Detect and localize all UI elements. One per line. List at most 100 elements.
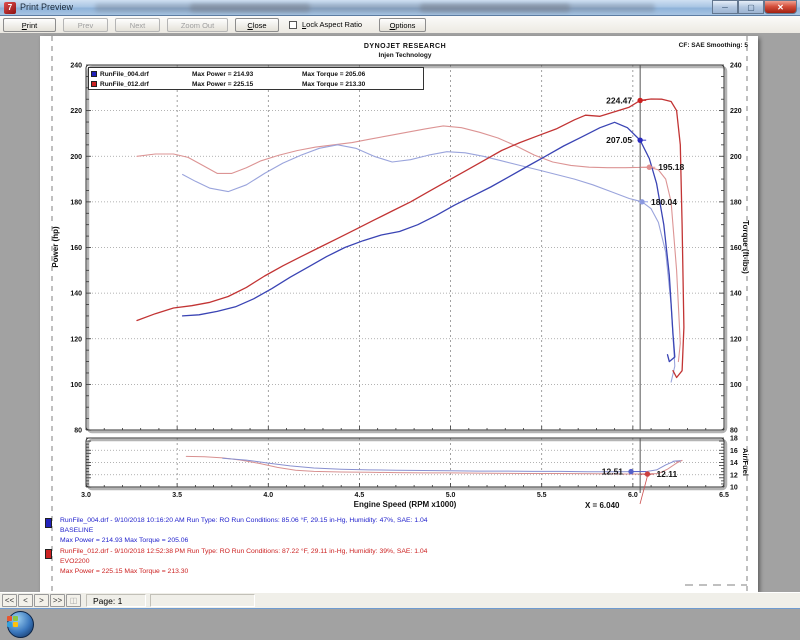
page-number-label: Page: 1 — [93, 596, 122, 606]
x-axis-tick-label: 6.5 — [719, 492, 729, 499]
toolbar: Print Prev Next Zoom Out Close Lock Aspe… — [0, 16, 800, 34]
marker-dot — [645, 471, 650, 476]
legend-swatch-red — [91, 81, 97, 87]
x-axis-tick-label: 5.0 — [446, 492, 456, 499]
x-axis-tick-label: 4.0 — [263, 492, 273, 499]
series-torque_run012 — [137, 126, 680, 362]
marker-dot — [647, 165, 652, 170]
series-power_run012 — [137, 99, 684, 378]
cursor-x-readout: X = 6.040 — [585, 501, 619, 510]
lock-aspect-ratio-label: Lock Aspect Ratio — [302, 20, 362, 29]
y-axis-tick-label: 160 — [730, 245, 742, 252]
marker-value-label: 12.11 — [656, 469, 677, 479]
close-window-button[interactable]: ✕ — [764, 0, 797, 14]
x-axis-tick-label: 4.5 — [355, 492, 365, 499]
x-axis-tick-label: 6.0 — [628, 492, 638, 499]
series-torque_run004 — [183, 145, 675, 382]
taskbar: e 7 ▲ 2:59 PM 12/12/2018 — [0, 608, 800, 640]
close-preview-button[interactable]: Close — [235, 18, 279, 32]
y-axis-tick-label: 16 — [730, 448, 738, 455]
window-title: Print Preview — [20, 2, 73, 12]
y-axis-tick-label: 180 — [70, 199, 82, 206]
chart-frame-shadow — [88, 440, 726, 489]
preview-page: 8080100100120120140140160160180180200200… — [40, 36, 758, 592]
window-titlebar: 7 Print Preview ─ ▢ ✕ — [0, 0, 800, 16]
first-page-button[interactable]: << — [2, 594, 17, 607]
report-subtitle: Injen Technology — [86, 52, 724, 59]
print-button[interactable]: Print — [3, 18, 56, 32]
statusbar: << < > >> ◫ Page: 1 — [0, 592, 800, 608]
y-axis-tick-label: 240 — [730, 63, 742, 70]
y-axis-tick-label: 240 — [70, 63, 82, 70]
legend-max-torque: Max Torque = 205.06 — [302, 71, 365, 78]
marker-dot — [639, 199, 644, 204]
y-axis-tick-label: 140 — [730, 291, 742, 298]
legend-max-power: Max Power = 225.15 — [192, 81, 302, 88]
redacted-title-text — [190, 4, 310, 12]
marker-value-label: 195.18 — [658, 162, 684, 172]
print-preview-area: 8080100100120120140140160160180180200200… — [0, 33, 800, 592]
right-axis-title: Torque (ft-lbs) — [741, 220, 750, 274]
y-axis-tick-label: 220 — [70, 108, 82, 115]
y-axis-tick-label: 14 — [730, 460, 738, 467]
marker-dot — [637, 98, 642, 103]
legend-max-power: Max Power = 214.93 — [192, 71, 302, 78]
x-axis-tick-label: 3.5 — [172, 492, 182, 499]
y-axis-tick-label: 180 — [730, 199, 742, 206]
y-axis-tick-label: 10 — [730, 485, 738, 492]
smoothing-label: CF: SAE Smoothing: 5 — [580, 42, 748, 49]
legend-row: RunFile_004.drf Max Power = 214.93 Max T… — [91, 69, 421, 79]
run2-swatch — [45, 549, 52, 559]
minimize-button[interactable]: ─ — [712, 0, 738, 14]
marker-value-label: 224.47 — [606, 95, 632, 105]
y-axis-tick-label: 160 — [70, 245, 82, 252]
dyno-chart: 8080100100120120140140160160180180200200… — [40, 36, 758, 592]
prev-button[interactable]: Prev — [63, 18, 108, 32]
screen: 7 Print Preview ─ ▢ ✕ Print Prev Next Zo… — [0, 0, 800, 640]
y-axis-tick-label: 200 — [730, 154, 742, 161]
run2-line3: Max Power = 225.15 Max Torque = 213.30 — [60, 567, 427, 577]
x-axis-tick-label: 3.0 — [81, 492, 91, 499]
y-axis-tick-label: 80 — [74, 428, 82, 435]
y-axis-tick-label: 18 — [730, 436, 738, 443]
legend-row: RunFile_012.drf Max Power = 225.15 Max T… — [91, 79, 421, 89]
y-axis-tick-label: 12 — [730, 472, 738, 479]
marker-value-label: 180.04 — [651, 197, 677, 207]
legend-max-torque: Max Torque = 213.30 — [302, 81, 365, 88]
run1-line2: BASELINE — [60, 526, 428, 536]
y-axis-tick-label: 100 — [70, 382, 82, 389]
app-icon: 7 — [4, 2, 16, 14]
legend-file: RunFile_004.drf — [100, 71, 192, 78]
y-axis-tick-label: 220 — [730, 108, 742, 115]
prev-page-button[interactable]: < — [18, 594, 33, 607]
marker-value-label: 207.05 — [606, 135, 632, 145]
maximize-button[interactable]: ▢ — [738, 0, 764, 14]
run1-info: RunFile_004.drf - 9/10/2018 10:16:20 AM … — [60, 516, 428, 546]
legend-swatch-blue — [91, 71, 97, 77]
marker-value-label: 12.51 — [602, 467, 624, 477]
next-page-button[interactable]: > — [34, 594, 49, 607]
run2-line1: RunFile_012.drf - 9/10/2018 12:52:38 PM … — [60, 547, 427, 557]
y-axis-tick-label: 140 — [70, 291, 82, 298]
lock-aspect-ratio-checkbox[interactable] — [289, 21, 297, 29]
statusbar-cell — [150, 594, 255, 607]
last-page-button[interactable]: >> — [50, 594, 65, 607]
zoom-out-button[interactable]: Zoom Out — [167, 18, 228, 32]
legend-file: RunFile_012.drf — [100, 81, 192, 88]
options-button[interactable]: Options — [379, 18, 426, 32]
x-axis-title: Engine Speed (RPM x1000) — [354, 500, 457, 509]
run1-line1: RunFile_004.drf - 9/10/2018 10:16:20 AM … — [60, 516, 428, 526]
run2-info: RunFile_012.drf - 9/10/2018 12:52:38 PM … — [60, 547, 427, 577]
redacted-title-text — [95, 4, 655, 12]
y-axis-tick-label: 200 — [70, 154, 82, 161]
redacted-title-text — [420, 4, 570, 12]
next-button[interactable]: Next — [115, 18, 160, 32]
x-axis-tick-label: 5.5 — [537, 492, 547, 499]
run1-line3: Max Power = 214.93 Max Torque = 205.06 — [60, 536, 428, 546]
page-setup-icon[interactable]: ◫ — [66, 594, 81, 607]
windows-flag-icon — [7, 616, 19, 627]
chart-frame-shadow — [88, 67, 726, 432]
af-axis-title: Air/Fuel — [741, 448, 750, 476]
y-axis-tick-label: 120 — [70, 336, 82, 343]
y-axis-tick-label: 100 — [730, 382, 742, 389]
